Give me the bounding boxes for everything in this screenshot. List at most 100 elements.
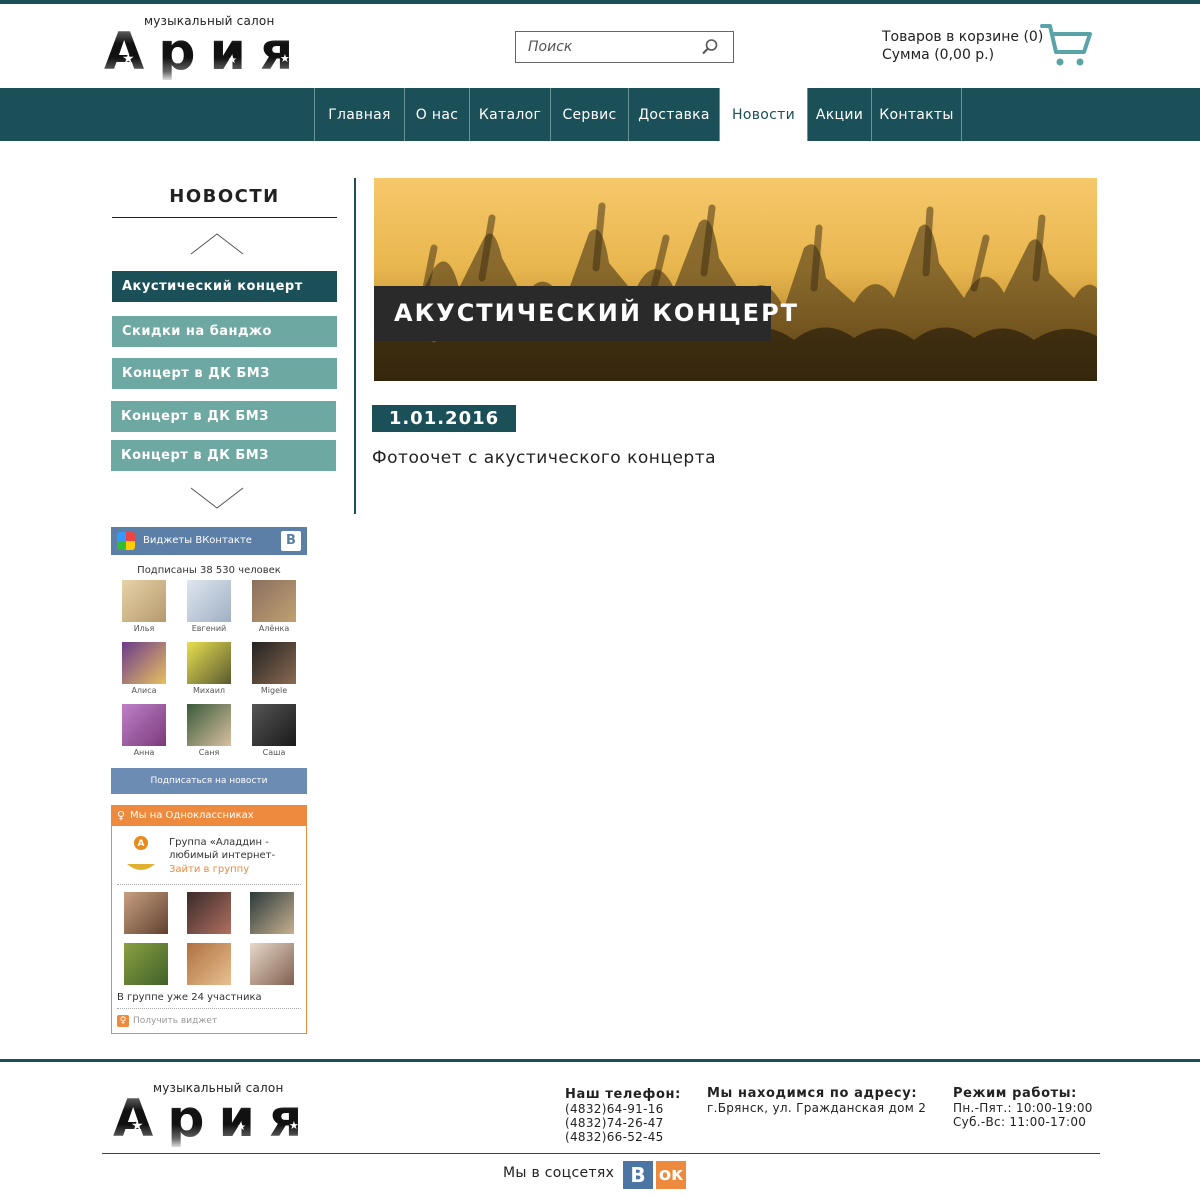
nav-item-contacts[interactable]: Контакты bbox=[871, 88, 962, 141]
star-icon: ★ bbox=[122, 51, 135, 67]
odnoklassniki-icon: ♀ bbox=[117, 1015, 129, 1027]
avatar bbox=[252, 704, 296, 746]
chevron-up-icon[interactable] bbox=[190, 232, 244, 256]
nav-item-catalog[interactable]: Каталог bbox=[469, 88, 550, 141]
avatar[interactable] bbox=[124, 892, 168, 934]
cart-summary[interactable]: Товаров в корзине (0) Сумма (0,00 р.) bbox=[882, 28, 1043, 64]
vk-subscriber-name: Алёнка bbox=[258, 624, 290, 633]
vk-logo-icon[interactable]: В bbox=[281, 531, 301, 551]
vk-subscriber[interactable]: Саня bbox=[186, 704, 232, 757]
vk-subscriber-name: Алиса bbox=[131, 686, 157, 695]
search-box bbox=[515, 31, 734, 63]
sidebar-news-item[interactable]: Концерт в ДК БМЗ bbox=[111, 401, 336, 432]
article-date: 1.01.2016 bbox=[372, 405, 516, 432]
vk-subscriber[interactable]: Михаил bbox=[186, 642, 232, 695]
vk-subscriber-name: Евгений bbox=[191, 624, 227, 633]
avatar[interactable] bbox=[187, 943, 231, 985]
vk-subscriber-name: Migele bbox=[260, 686, 288, 695]
vk-subscriber-name: Анна bbox=[133, 748, 155, 757]
ok-get-widget-link[interactable]: ♀ Получить виджет bbox=[117, 1015, 218, 1027]
vk-widget-header[interactable]: Виджеты ВКонтакте В bbox=[111, 527, 307, 555]
vk-subscriber-name: Саша bbox=[262, 748, 286, 757]
vk-subscriber[interactable]: Алёнка bbox=[251, 580, 297, 633]
footer-phone[interactable]: (4832)64-91-16 bbox=[565, 1102, 681, 1116]
divider bbox=[117, 1008, 301, 1009]
search-input[interactable] bbox=[516, 32, 696, 62]
vk-subscriber-name: Илья bbox=[133, 624, 155, 633]
footer-address-title: Мы находимся по адресу: bbox=[707, 1086, 918, 1101]
footer-hours-weekend: Суб.-Вс: 11:00-17:00 bbox=[953, 1115, 1087, 1129]
odnoklassniki-social-icon[interactable]: ок bbox=[656, 1161, 686, 1189]
article-hero-image bbox=[374, 178, 1097, 381]
cart-items-count: Товаров в корзине (0) bbox=[882, 29, 1044, 45]
footer-address: Мы находимся по адресу: г.Брянск, ул. Гр… bbox=[707, 1086, 927, 1116]
avatar bbox=[187, 642, 231, 684]
avatar bbox=[252, 580, 296, 622]
aladdin-logo-icon[interactable]: A bbox=[119, 834, 163, 878]
nav-item-service[interactable]: Сервис bbox=[550, 88, 628, 141]
vk-subscriber[interactable]: Саша bbox=[251, 704, 297, 757]
sidebar-divider bbox=[112, 217, 337, 218]
nav-item-delivery[interactable]: Доставка bbox=[628, 88, 719, 141]
footer-top-bar bbox=[0, 1059, 1200, 1062]
ok-join-link[interactable]: Зайти в группу bbox=[169, 864, 249, 875]
crowd-hands-illustration bbox=[374, 202, 1097, 381]
ok-widget-title: Мы на Одноклассниках bbox=[130, 810, 254, 821]
vk-subscriber[interactable]: Илья bbox=[121, 580, 167, 633]
footer-phones: Наш телефон: (4832)64-91-16 (4832)74-26-… bbox=[565, 1087, 681, 1145]
vk-subscriber[interactable]: Migele bbox=[251, 642, 297, 695]
vk-subscriber[interactable]: Евгений bbox=[186, 580, 232, 633]
nav-item-promo[interactable]: Акции bbox=[807, 88, 871, 141]
sidebar-news-item[interactable]: Акустический концерт bbox=[112, 271, 337, 302]
nav-item-news[interactable]: Новости bbox=[719, 88, 807, 141]
chevron-down-icon[interactable] bbox=[190, 486, 244, 510]
avatar bbox=[187, 704, 231, 746]
vk-subscriber[interactable]: Анна bbox=[121, 704, 167, 757]
star-icon: ★ bbox=[289, 1119, 299, 1132]
vk-widget-icon bbox=[117, 532, 135, 550]
avatar[interactable] bbox=[187, 892, 231, 934]
sidebar-news-item[interactable]: Концерт в ДК БМЗ bbox=[112, 358, 337, 389]
footer-hours: Режим работы: Пн.-Пят.: 10:00-19:00 Суб.… bbox=[953, 1086, 1093, 1130]
footer-phone-title: Наш телефон: bbox=[565, 1087, 681, 1102]
footer-hours-weekdays: Пн.-Пят.: 10:00-19:00 bbox=[953, 1101, 1093, 1115]
sidebar-title: НОВОСТИ bbox=[169, 186, 280, 207]
vk-widget-title: Виджеты ВКонтакте bbox=[143, 535, 252, 546]
avatar bbox=[252, 642, 296, 684]
nav-item-home[interactable]: Главная bbox=[314, 88, 404, 141]
vk-subscriber[interactable]: Алиса bbox=[121, 642, 167, 695]
avatar[interactable] bbox=[124, 943, 168, 985]
ok-group-name[interactable]: Группа «Аладдин - любимый интернет- bbox=[169, 836, 299, 862]
star-icon: ★ bbox=[228, 55, 237, 66]
footer-phone[interactable]: (4832)74-26-47 bbox=[565, 1116, 681, 1130]
footer-phone[interactable]: (4832)66-52-45 bbox=[565, 1130, 681, 1144]
cart-icon[interactable] bbox=[1040, 22, 1092, 68]
search-icon[interactable] bbox=[701, 38, 719, 56]
vk-subscriber-name: Саня bbox=[198, 748, 220, 757]
footer-hours-title: Режим работы: bbox=[953, 1086, 1077, 1101]
site-logo[interactable]: музыкальный салон Ария ★ ★ ★ bbox=[104, 14, 314, 84]
vk-social-icon[interactable]: В bbox=[623, 1161, 653, 1189]
main-nav: Главная О нас Каталог Сервис Доставка Но… bbox=[0, 88, 1200, 141]
avatar[interactable] bbox=[250, 943, 294, 985]
cart-sum: Сумма (0,00 р.) bbox=[882, 47, 995, 63]
star-icon: ★ bbox=[237, 1122, 246, 1133]
svg-text:A: A bbox=[138, 839, 145, 849]
ok-get-widget-label: Получить виджет bbox=[133, 1016, 218, 1026]
nav-item-about[interactable]: О нас bbox=[404, 88, 469, 141]
avatar[interactable] bbox=[250, 892, 294, 934]
footer-social-label: Мы в соцсетях bbox=[503, 1165, 615, 1181]
footer-address-value: г.Брянск, ул. Гражданская дом 2 bbox=[707, 1101, 927, 1115]
star-icon: ★ bbox=[280, 52, 290, 65]
footer-divider bbox=[102, 1153, 1100, 1154]
avatar bbox=[122, 580, 166, 622]
vk-subscriber-name: Михаил bbox=[192, 686, 226, 695]
vk-subscribe-button[interactable]: Подписаться на новости bbox=[111, 768, 307, 794]
sidebar-news-item[interactable]: Скидки на банджо bbox=[112, 316, 337, 347]
footer-logo[interactable]: музыкальный салон Ария ★ ★ ★ bbox=[113, 1081, 323, 1151]
article-text: Фотоочет с акустического концерта bbox=[372, 448, 717, 468]
top-accent-bar bbox=[0, 0, 1200, 4]
sidebar-news-item[interactable]: Концерт в ДК БМЗ bbox=[111, 440, 336, 471]
ok-widget-header[interactable]: ♀ Мы на Одноклассниках bbox=[112, 806, 306, 826]
article-title: АКУСТИЧЕСКИЙ КОНЦЕРТ bbox=[374, 286, 797, 341]
